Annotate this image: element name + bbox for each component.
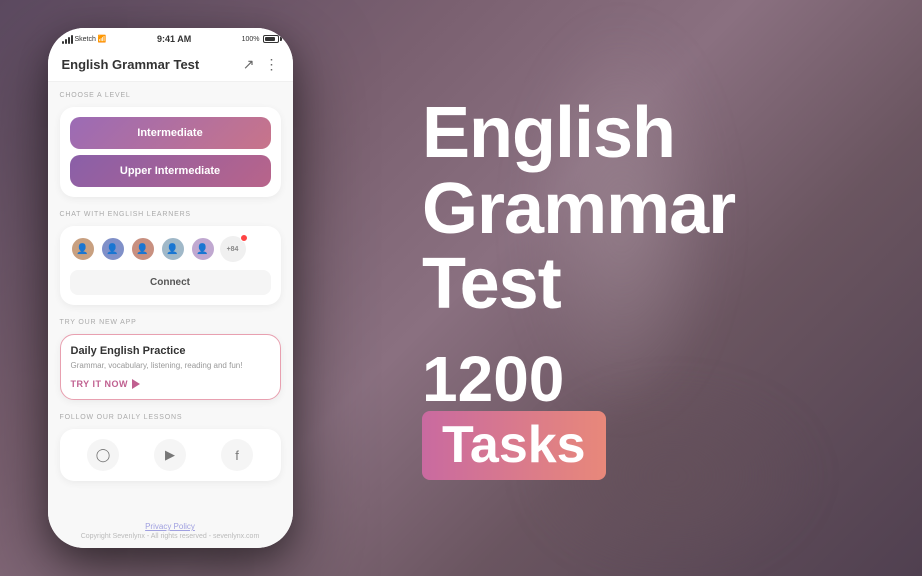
avatar-3: 👤 [130,236,156,262]
status-time: 9:41 AM [157,34,191,44]
signal-icon [62,35,73,44]
status-bar: Sketch 📶 9:41 AM 100% [48,28,293,48]
battery-label: 100% [242,36,260,43]
battery-icon [263,35,279,43]
title-line-2: Grammar Test [422,172,862,323]
daily-app-desc: Grammar, vocabulary, listening, reading … [71,360,270,371]
left-panel: Sketch 📶 9:41 AM 100% English Grammar Te… [0,0,340,576]
battery-fill [265,37,276,41]
app-header: English Grammar Test ↗ ⋮ [48,48,293,82]
more-menu-icon[interactable]: ⋮ [265,56,279,73]
social-icons-row: ◯ ▶ f [70,439,271,471]
privacy-policy-link[interactable]: Privacy Policy [58,522,283,531]
level-card: Intermediate Upper Intermediate [60,107,281,197]
avatar-2: 👤 [100,236,126,262]
instagram-icon[interactable]: ◯ [87,439,119,471]
share-icon[interactable]: ↗ [243,56,255,73]
chat-card: 👤 👤 👤 👤 👤 +84 Connect [60,226,281,305]
app-footer: Privacy Policy Copyright Sevenlynx - All… [48,518,293,548]
upper-intermediate-button[interactable]: Upper Intermediate [70,155,271,187]
telegram-icon[interactable]: ▶ [154,439,186,471]
avatar-count: +84 [220,236,246,262]
status-left: Sketch 📶 [62,35,107,44]
avatar-4: 👤 [160,236,186,262]
phone-mockup: Sketch 📶 9:41 AM 100% English Grammar Te… [48,28,293,548]
social-label: FOLLOW OUR DAILY LESSONS [60,414,281,421]
try-it-now-button[interactable]: TRY IT NOW [71,379,141,389]
status-right: 100% [242,35,279,43]
intermediate-button[interactable]: Intermediate [70,117,271,149]
avatar-5: 👤 [190,236,216,262]
right-panel: English Grammar Test 1200 Tasks [342,0,922,576]
chat-label: CHAT WITH ENGLISH LEARNERS [60,211,281,218]
tasks-section: 1200 Tasks [422,347,606,480]
header-icons: ↗ ⋮ [243,56,279,73]
connect-button[interactable]: Connect [70,270,271,295]
try-app-card: Daily English Practice Grammar, vocabula… [60,334,281,400]
title-line-1: English [422,96,862,172]
app-content: CHOOSE A LEVEL Intermediate Upper Interm… [48,82,293,518]
social-card: ◯ ▶ f [60,429,281,481]
notification-badge [240,234,248,242]
play-icon [132,379,140,389]
carrier-label: Sketch [75,36,96,43]
main-title: English Grammar Test [422,96,862,323]
avatar-1: 👤 [70,236,96,262]
tasks-word: Tasks [422,411,606,480]
tasks-number: 1200 [422,347,564,411]
facebook-icon[interactable]: f [221,439,253,471]
copyright-text: Copyright Sevenlynx - All rights reserve… [58,533,283,540]
app-title: English Grammar Test [62,57,200,72]
avatars-row: 👤 👤 👤 👤 👤 +84 [70,236,271,262]
try-app-label: TRY OUR NEW APP [60,319,281,326]
daily-app-name: Daily English Practice [71,345,270,357]
wifi-icon: 📶 [98,35,107,43]
choose-level-label: CHOOSE A LEVEL [60,92,281,99]
